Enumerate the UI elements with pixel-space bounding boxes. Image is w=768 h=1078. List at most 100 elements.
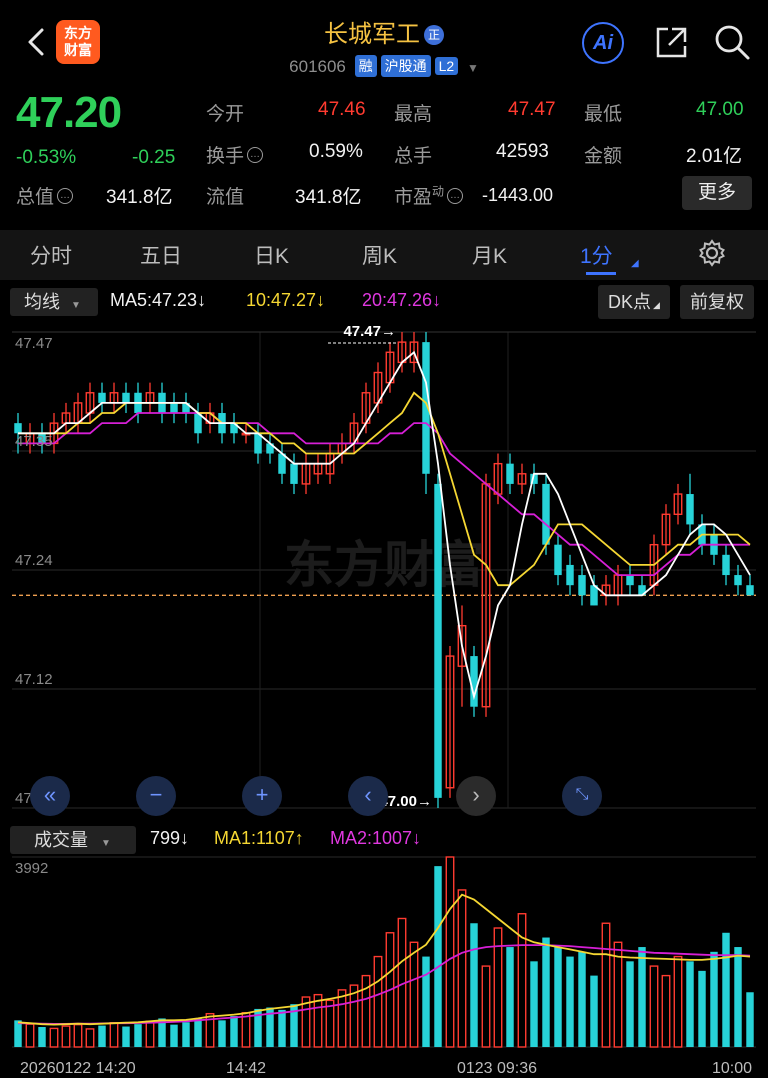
volume-bar-up (313, 993, 323, 1048)
chevron-down-icon[interactable]: ▼ (467, 61, 479, 75)
arrow-down-icon: ↓ (180, 828, 190, 848)
info-icon[interactable]: … (447, 188, 464, 204)
volume-bar-down (194, 1017, 202, 1047)
tag-level2: L2 (434, 57, 459, 75)
volume-bar-up (109, 1022, 119, 1048)
volume-bar-up (613, 941, 623, 1048)
high-marker-label: 47.47→ (343, 323, 396, 340)
turnover-label[interactable]: 换手… (206, 141, 264, 168)
volume-bar-up (457, 889, 467, 1048)
tab-dropdown-icon[interactable]: ◢ (631, 258, 639, 269)
indicator-select[interactable]: 均线 ▼ (10, 288, 98, 316)
float-value: 341.8亿 (295, 187, 362, 208)
candle-body-down (566, 564, 574, 586)
candle-body-down (506, 463, 514, 484)
dk-point-button[interactable]: DK点 ◢ (598, 285, 670, 319)
total-value-label[interactable]: 总值… (16, 182, 74, 209)
tab-five-day[interactable]: 五日 (140, 240, 182, 270)
vol-ma1-text: MA1:1107 (214, 828, 295, 848)
stock-name: 长城军工 (324, 21, 420, 48)
arrow-up-icon: ↑ (294, 828, 304, 848)
volume-bar-up (373, 955, 383, 1048)
candle-body-down (746, 585, 754, 596)
volume-bar-down (230, 1016, 238, 1047)
volume-bar-up (445, 856, 455, 1048)
high-label: 最高 (394, 104, 433, 125)
volume-bar-up (25, 1023, 35, 1048)
volume-bar-down (470, 923, 478, 1047)
volume-bar-up (49, 1027, 59, 1048)
volume-bar-up (649, 965, 659, 1048)
adjust-mode-button[interactable]: 前复权 (680, 285, 754, 319)
tag-margin: 融 (354, 55, 377, 77)
zoom-in-button[interactable]: + (242, 776, 282, 816)
active-tab-indicator (586, 272, 616, 275)
info-icon[interactable]: … (247, 147, 264, 163)
candle-body-down (626, 575, 634, 586)
search-icon[interactable] (712, 22, 752, 62)
tab-one-minute[interactable]: 1分 (580, 240, 613, 270)
volume-bar-up (325, 999, 335, 1048)
candle-body-down (722, 554, 730, 576)
corner-arrow-icon: ◢ (653, 300, 660, 310)
scroll-left-fast-button[interactable]: « (30, 776, 70, 816)
volume-indicator-select[interactable]: 成交量 ▼ (10, 826, 136, 854)
float-value-label: 流值 (206, 187, 245, 208)
price-tick-label: 47.12 (15, 671, 53, 688)
more-button[interactable]: 更多 (682, 176, 752, 210)
fullscreen-icon[interactable]: ⤡ (562, 776, 602, 816)
tab-weekly-k[interactable]: 周K (362, 240, 397, 270)
volume-bar-down (434, 866, 442, 1047)
candle-body-down (98, 392, 106, 403)
volume-max-label: 3992 (15, 860, 48, 877)
candle-body-down (122, 392, 130, 403)
time-axis-label: 10:00 (712, 1060, 752, 1077)
ma5-readout: MA5:47.23↓ (110, 290, 206, 311)
candle-body-down (734, 575, 742, 586)
open-label: 今开 (206, 104, 245, 125)
volume-bar-down (698, 970, 706, 1047)
share-icon[interactable] (652, 24, 690, 62)
volume-bar-down (38, 1027, 46, 1047)
tab-daily-k[interactable]: 日K (254, 240, 289, 270)
candle-body-down (170, 402, 178, 414)
tab-monthly-k[interactable]: 月K (472, 240, 507, 270)
volume-bar-down (626, 961, 634, 1047)
arrow-down-icon: ↓ (412, 828, 422, 848)
chevron-down-icon: ▼ (71, 300, 81, 311)
high-value: 47.47 (508, 99, 556, 120)
volume-bar-up (517, 913, 527, 1048)
vol-ma1-readout: MA1:1107↑ (214, 828, 304, 849)
turnover-value: 0.59% (309, 141, 363, 162)
volume-bar-down (218, 1020, 226, 1047)
ai-assistant-button[interactable]: Ai (582, 22, 624, 64)
candle-body-down (542, 483, 550, 545)
tab-intraday[interactable]: 分时 (30, 240, 72, 270)
time-axis-label: 20260122 14:20 (20, 1060, 136, 1077)
scroll-right-button[interactable]: › (456, 776, 496, 816)
pe-sup: 动 (432, 184, 445, 199)
low-label: 最低 (584, 104, 623, 125)
zoom-out-button[interactable]: − (136, 776, 176, 816)
candle-body-down (434, 483, 442, 798)
settings-gear-icon[interactable] (698, 239, 726, 267)
total-value-label-text: 总值 (16, 187, 55, 208)
volume-bar-up (241, 1012, 251, 1048)
candle-body-down (554, 544, 562, 576)
candlestick-chart[interactable]: 东方财富 47.4747.3547.2447.1247.00 47.47→47.… (0, 320, 768, 820)
volume-bar-down (182, 1022, 190, 1047)
open-value: 47.46 (318, 99, 366, 120)
info-icon[interactable]: … (57, 188, 74, 204)
volume-bar-down (554, 947, 562, 1047)
scroll-left-button[interactable]: ‹ (348, 776, 388, 816)
volume-bar-down (686, 961, 694, 1047)
volume-bar-up (409, 941, 419, 1048)
volume-bar-up (73, 1023, 83, 1048)
candle-body-down (290, 463, 298, 484)
vol-ma2-text: MA2:1007 (330, 828, 413, 848)
ma20-readout: 20:47.26↓ (362, 290, 441, 311)
pe-label[interactable]: 市盈动… (394, 182, 464, 209)
volume-bar-down (134, 1024, 142, 1047)
volume-chart[interactable]: 3992 20260122 14:20 14:42 0123 09:36 10:00 (0, 855, 768, 1078)
amount-value: 2.01亿 (686, 146, 742, 167)
